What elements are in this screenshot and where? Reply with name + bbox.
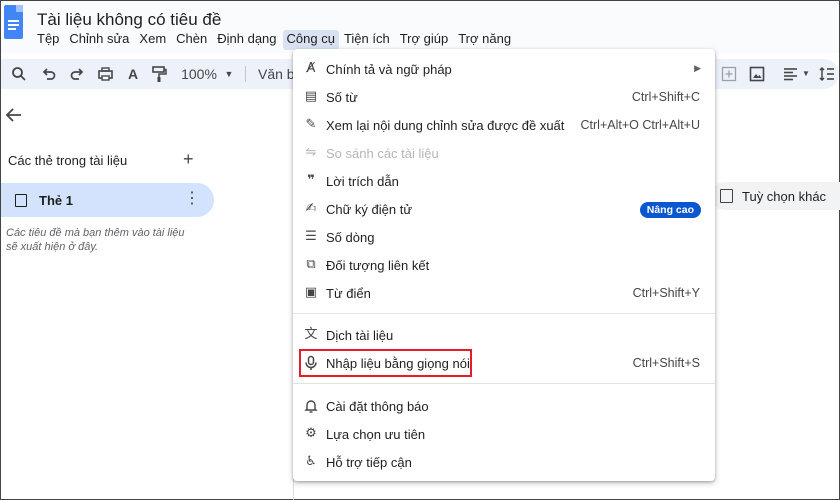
menu-edit[interactable]: Chỉnh sửa [69, 30, 134, 50]
align-left-icon[interactable] [783, 67, 798, 81]
linked-objects-icon: ⧉ [306, 257, 316, 272]
search-menus-icon[interactable] [11, 66, 27, 82]
menu-item-review-edits[interactable]: ✎ Xem lại nội dung chỉnh sửa được đề xuấ… [293, 112, 715, 138]
menu-item-compare-documents: ⇋ So sánh các tài liệu [293, 140, 715, 166]
dictionary-icon: ▣ [304, 285, 318, 300]
menu-item-line-numbers[interactable]: ☰ Số dòng [293, 224, 715, 250]
menu-format[interactable]: Định dạng [217, 30, 281, 50]
menu-insert[interactable]: Chèn [176, 30, 212, 50]
menu-item-spelling-grammar[interactable]: A̸ Chính tả và ngữ pháp ▶ [293, 56, 715, 82]
insert-image-icon[interactable] [749, 66, 765, 82]
top-bar: Tài liệu không có tiêu đề Tệp Chỉnh sửa … [1, 1, 839, 53]
premium-badge: Nâng cao [639, 202, 701, 218]
menu-bar: Tệp Chỉnh sửa Xem Chèn Định dạng Công cụ… [37, 30, 521, 50]
menu-separator [293, 313, 715, 314]
menu-item-dictionary[interactable]: ▣ Từ điển Ctrl+Shift+Y [293, 280, 715, 306]
print-icon[interactable] [97, 66, 114, 82]
document-tab-icon [15, 194, 27, 207]
sidebar-hint-text: Các tiêu đề mà bạn thêm vào tài liệu sẽ … [6, 227, 185, 253]
paragraph-style-select[interactable]: Văn b [258, 59, 298, 89]
more-options-button[interactable]: Tuỳ chọn khác [711, 182, 840, 210]
line-numbers-icon: ☰ [305, 229, 317, 244]
align-chevron-down-icon[interactable]: ▼ [801, 59, 811, 89]
menu-extensions[interactable]: Tiện ích [344, 30, 395, 50]
highlight-box [299, 349, 472, 377]
menu-item-translate-document[interactable]: 文 Dịch tài liệu [293, 322, 715, 348]
spellcheck-tool-icon[interactable]: A [125, 59, 141, 89]
menu-view[interactable]: Xem [139, 30, 171, 50]
back-arrow-icon[interactable] [4, 105, 24, 125]
redo-icon[interactable] [69, 66, 85, 82]
zoom-select[interactable]: 100% [181, 59, 217, 89]
word-count-icon: ▤ [304, 89, 318, 104]
menu-item-citations[interactable]: ❞ Lời trích dẫn [293, 168, 715, 194]
menu-file[interactable]: Tệp [37, 30, 64, 50]
menu-item-linked-objects[interactable]: ⧉ Đối tượng liên kết [293, 252, 715, 278]
document-tabs-heading: Các thẻ trong tài liệu [8, 153, 128, 168]
menu-help[interactable]: Trợ giúp [400, 30, 454, 50]
signature-icon: ✍ [305, 201, 317, 216]
review-edits-icon: ✎ [305, 117, 317, 132]
zoom-chevron-down-icon[interactable]: ▼ [223, 59, 235, 89]
submenu-arrow-icon: ▶ [694, 63, 701, 73]
undo-icon[interactable] [41, 66, 57, 82]
insert-plus-icon[interactable] [721, 66, 737, 82]
translate-icon: 文 [304, 327, 318, 342]
compare-icon: ⇋ [305, 145, 317, 160]
document-tab-label: Thẻ 1 [39, 193, 73, 208]
menu-accessibility[interactable]: Trợ năng [458, 30, 516, 50]
menu-separator [293, 383, 715, 384]
menu-item-notification-settings[interactable]: Cài đặt thông báo [293, 393, 715, 419]
spellcheck-icon: A̸ [306, 61, 316, 76]
paint-format-icon[interactable] [151, 65, 167, 83]
citation-icon: ❞ [307, 173, 315, 188]
more-vert-icon[interactable]: ⋮ [184, 191, 200, 207]
menu-item-preferences[interactable]: ⚙ Lựa chọn ưu tiên [293, 421, 715, 447]
line-spacing-icon[interactable] [819, 66, 835, 82]
tools-dropdown-menu: A̸ Chính tả và ngữ pháp ▶ ▤ Số từ Ctrl+S… [293, 49, 715, 481]
menu-item-word-count[interactable]: ▤ Số từ Ctrl+Shift+C [293, 84, 715, 110]
menu-item-esignature[interactable]: ✍ Chữ ký điện tử Nâng cao [293, 196, 715, 222]
document-tab-1[interactable]: Thẻ 1 ⋮ [1, 183, 214, 217]
menu-tools[interactable]: Công cụ [282, 30, 339, 50]
add-tab-plus-icon[interactable]: + [183, 149, 194, 170]
toolbar-divider [245, 66, 246, 82]
options-doc-icon [720, 189, 733, 203]
docs-logo-icon[interactable] [4, 5, 23, 39]
menu-item-accessibility[interactable]: ♿ Hỗ trợ tiếp cận [293, 449, 715, 475]
accessibility-icon: ♿ [305, 454, 317, 469]
preferences-icon: ⚙ [305, 426, 317, 441]
bell-icon [304, 400, 318, 413]
document-title[interactable]: Tài liệu không có tiêu đề [37, 10, 221, 30]
